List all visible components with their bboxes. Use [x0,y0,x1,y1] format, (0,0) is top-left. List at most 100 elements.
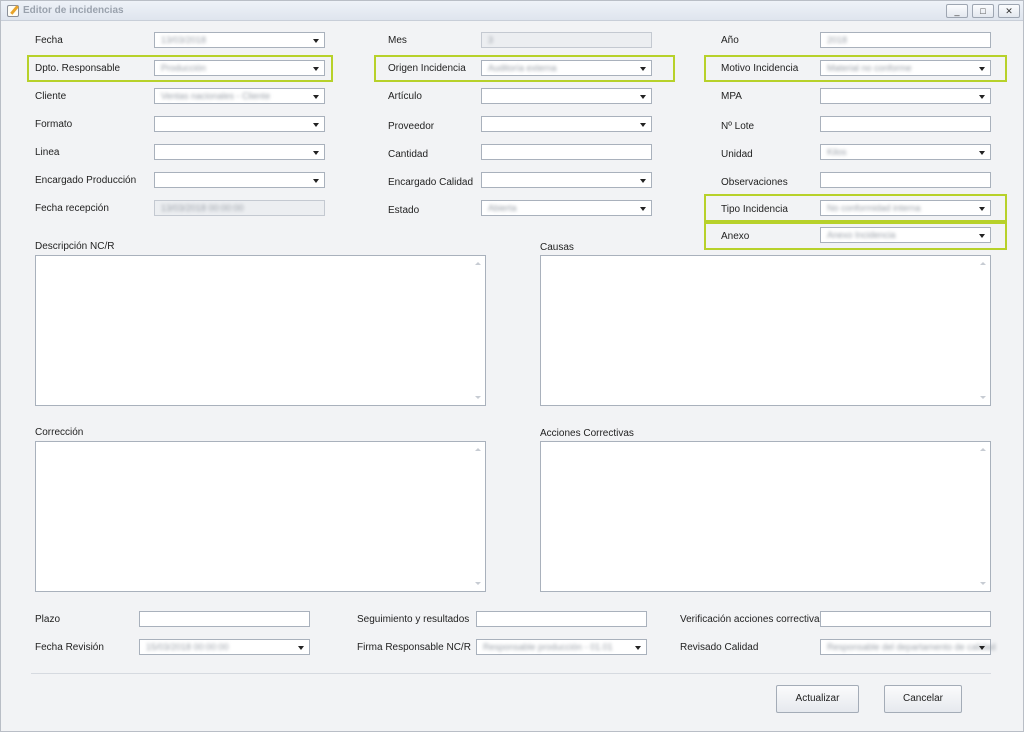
verificacion-input[interactable] [820,611,991,627]
estado-dropdown[interactable]: Abierta [481,200,652,216]
tipo-label: Tipo Incidencia [721,204,788,215]
unidad-label: Unidad [721,149,753,160]
fecha-value: 13/03/2018 [161,35,207,45]
correccion-textarea[interactable] [35,441,486,592]
scroll-up-icon[interactable] [980,448,986,451]
dpto-value: Producción [161,63,207,73]
scroll-down-icon[interactable] [475,396,481,399]
linea-dropdown[interactable] [154,144,325,160]
mes-value: 3 [488,35,494,45]
firma-value: Responsable producción - 01.01 [483,642,613,652]
anexo-dropdown[interactable]: Anexo Incidencia [820,227,991,243]
edit-icon [7,5,19,17]
chevron-down-icon [979,234,985,238]
plazo-input[interactable] [139,611,310,627]
cantidad-input[interactable] [481,144,652,160]
articulo-dropdown[interactable] [481,88,652,104]
maximize-button[interactable]: □ [972,4,994,18]
acciones-label: Acciones Correctivas [540,428,634,439]
mes-label: Mes [388,35,407,46]
fecha-revision-label: Fecha Revisión [35,642,104,653]
close-button[interactable]: ✕ [998,4,1020,18]
lote-label: Nº Lote [721,121,755,132]
seguimiento-input[interactable] [476,611,647,627]
fecha-dropdown[interactable]: 13/03/2018 [154,32,325,48]
tipo-dropdown[interactable]: No conformidad interna [820,200,991,216]
cliente-dropdown[interactable]: Ventas nacionales - Cliente [154,88,325,104]
observaciones-label: Observaciones [721,177,788,188]
chevron-down-icon [313,179,319,183]
correccion-label: Corrección [35,427,84,438]
cliente-value: Ventas nacionales - Cliente [161,91,271,101]
scroll-up-icon[interactable] [475,262,481,265]
fecha-recepcion-label: Fecha recepción [35,203,109,214]
encargado-produccion-label: Encargado Producción [35,175,137,186]
chevron-down-icon [635,646,641,650]
mpa-label: MPA [721,91,742,102]
verificacion-label: Verificación acciones correctivas [680,614,825,625]
anexo-value: Anexo Incidencia [827,230,896,240]
origen-dropdown[interactable]: Auditoría externa [481,60,652,76]
firma-dropdown[interactable]: Responsable producción - 01.01 [476,639,647,655]
scroll-down-icon[interactable] [475,582,481,585]
fecha-recepcion-field: 13/03/2018 00:00:00 [154,200,325,216]
chevron-down-icon [979,207,985,211]
chevron-down-icon [640,179,646,183]
encargado-produccion-dropdown[interactable] [154,172,325,188]
chevron-down-icon [979,151,985,155]
fecha-label: Fecha [35,35,63,46]
cliente-label: Cliente [35,91,67,102]
chevron-down-icon [313,67,319,71]
formato-dropdown[interactable] [154,116,325,132]
descripcion-textarea[interactable] [35,255,486,406]
footer-divider [31,673,991,674]
formato-label: Formato [35,119,73,130]
revisado-label: Revisado Calidad [680,642,759,653]
chevron-down-icon [640,67,646,71]
chevron-down-icon [313,39,319,43]
chevron-down-icon [640,95,646,99]
unidad-dropdown[interactable]: Kilos [820,144,991,160]
revisado-value: Responsable del departamento de calidad [827,642,996,652]
chevron-down-icon [979,646,985,650]
anexo-label: Anexo [721,231,750,242]
encargado-calidad-dropdown[interactable] [481,172,652,188]
origen-label: Origen Incidencia [388,63,466,74]
estado-label: Estado [388,205,420,216]
chevron-down-icon [313,95,319,99]
revisado-dropdown[interactable]: Responsable del departamento de calidad [820,639,996,655]
encargado-calidad-label: Encargado Calidad [388,177,474,188]
cantidad-label: Cantidad [388,149,429,160]
fecha-recepcion-value: 13/03/2018 00:00:00 [161,203,244,213]
cancelar-button[interactable]: Cancelar [884,685,962,713]
origen-value: Auditoría externa [488,63,557,73]
motivo-dropdown[interactable]: Material no conforme [820,60,991,76]
lote-input[interactable] [820,116,991,132]
scroll-down-icon[interactable] [980,582,986,585]
chevron-down-icon [640,207,646,211]
dpto-label: Dpto. Responsable [35,63,121,74]
anio-input[interactable]: 2018 [820,32,991,48]
scroll-up-icon[interactable] [475,448,481,451]
chevron-down-icon [313,151,319,155]
actualizar-button[interactable]: Actualizar [776,685,859,713]
observaciones-input[interactable] [820,172,991,188]
mpa-dropdown[interactable] [820,88,991,104]
chevron-down-icon [313,123,319,127]
dpto-dropdown[interactable]: Producción [154,60,325,76]
chevron-down-icon [979,95,985,99]
causas-label: Causas [540,242,574,253]
causas-textarea[interactable] [540,255,991,406]
proveedor-dropdown[interactable] [481,116,652,132]
fecha-revision-dropdown[interactable]: 15/03/2018 00:00:00 [139,639,310,655]
scroll-up-icon[interactable] [980,262,986,265]
chevron-down-icon [640,123,646,127]
acciones-textarea[interactable] [540,441,991,592]
chevron-down-icon [298,646,304,650]
minimize-button[interactable]: _ [946,4,968,18]
firma-label: Firma Responsable NC/R [357,642,471,653]
proveedor-label: Proveedor [388,121,435,132]
title-bar: Editor de incidencias _ □ ✕ [1,1,1023,21]
scroll-down-icon[interactable] [980,396,986,399]
plazo-label: Plazo [35,614,61,625]
